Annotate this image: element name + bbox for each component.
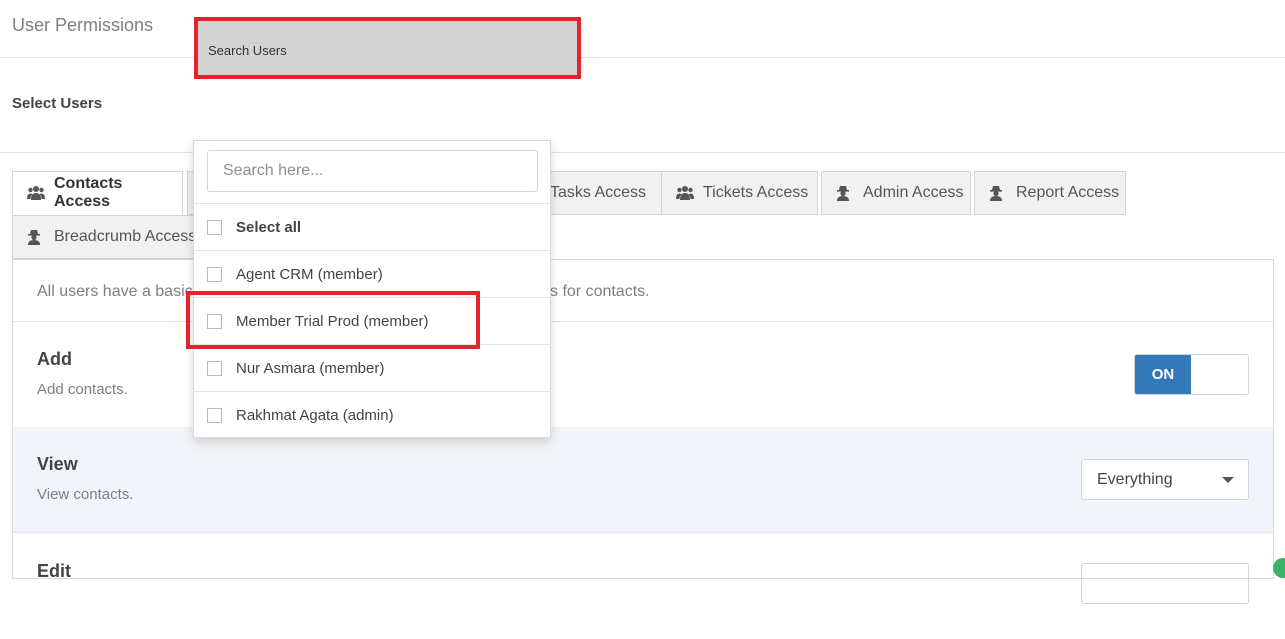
dropdown-search-input[interactable] bbox=[207, 150, 538, 192]
search-users-picker[interactable]: Search Users bbox=[194, 17, 581, 79]
tab-contacts-access[interactable]: Contacts Access bbox=[12, 171, 183, 215]
option-label: Select all bbox=[236, 218, 302, 236]
tab-label: Breadcrumb Access bbox=[54, 228, 197, 245]
tab-tickets-access[interactable]: Tickets Access bbox=[661, 171, 818, 215]
user-option[interactable]: Rakhmat Agata (admin) bbox=[194, 392, 550, 439]
permission-title: Add bbox=[37, 349, 72, 369]
permission-title: View bbox=[37, 454, 78, 474]
select-users-row: Select Users bbox=[0, 58, 1285, 153]
option-label: Nur Asmara (member) bbox=[236, 359, 385, 377]
page-header: User Permissions bbox=[0, 0, 1285, 58]
user-option[interactable]: Nur Asmara (member) bbox=[194, 345, 550, 392]
tab-label: Tickets Access bbox=[703, 184, 809, 201]
permission-title: Edit bbox=[37, 561, 71, 581]
users-dropdown: Select all Agent CRM (member) Member Tri… bbox=[193, 140, 551, 438]
permission-row-view: View View contacts. Everything bbox=[13, 427, 1273, 533]
option-label: Agent CRM (member) bbox=[236, 265, 383, 283]
user-secret-icon bbox=[27, 229, 45, 245]
page-title: User Permissions bbox=[12, 15, 154, 35]
user-secret-icon bbox=[989, 185, 1007, 201]
select-all-option[interactable]: Select all bbox=[194, 204, 550, 251]
view-scope-select[interactable]: Everything bbox=[1081, 459, 1249, 500]
select-users-label: Select Users bbox=[12, 95, 103, 112]
checkbox[interactable] bbox=[207, 408, 222, 423]
status-dot bbox=[1273, 558, 1285, 578]
checkbox[interactable] bbox=[207, 266, 222, 282]
users-icon bbox=[676, 185, 694, 201]
info-text-prefix: All users have a basic bbox=[37, 283, 193, 300]
user-secret-icon bbox=[836, 185, 854, 201]
permission-description: Add contacts. bbox=[37, 381, 128, 398]
info-text-suffix: s for contacts. bbox=[550, 283, 650, 300]
users-icon bbox=[27, 185, 45, 201]
dropdown-search-wrap bbox=[194, 141, 550, 204]
edit-scope-select[interactable] bbox=[1081, 563, 1249, 604]
checkbox[interactable] bbox=[207, 360, 222, 376]
tab-label: Report Access bbox=[1016, 184, 1120, 201]
permission-description: View contacts. bbox=[37, 486, 134, 503]
tab-label: Tasks Access bbox=[550, 184, 647, 201]
checkbox[interactable] bbox=[207, 219, 222, 235]
highlight-box bbox=[186, 291, 480, 349]
tab-admin-access[interactable]: Admin Access bbox=[821, 171, 971, 215]
tab-label: Admin Access bbox=[863, 184, 964, 201]
caret-down-icon bbox=[1222, 477, 1234, 483]
permission-row-edit: Edit bbox=[13, 533, 1273, 639]
select-value: Everything bbox=[1097, 471, 1173, 488]
search-users-text: Search Users bbox=[208, 43, 287, 58]
tab-report-access[interactable]: Report Access bbox=[974, 171, 1126, 215]
toggle-on-label: ON bbox=[1135, 355, 1191, 394]
tab-label: Contacts Access bbox=[54, 175, 123, 210]
tab-breadcrumb-access[interactable]: Breadcrumb Access bbox=[12, 215, 202, 259]
option-label: Rakhmat Agata (admin) bbox=[236, 407, 394, 424]
add-toggle[interactable]: ON bbox=[1134, 354, 1249, 395]
